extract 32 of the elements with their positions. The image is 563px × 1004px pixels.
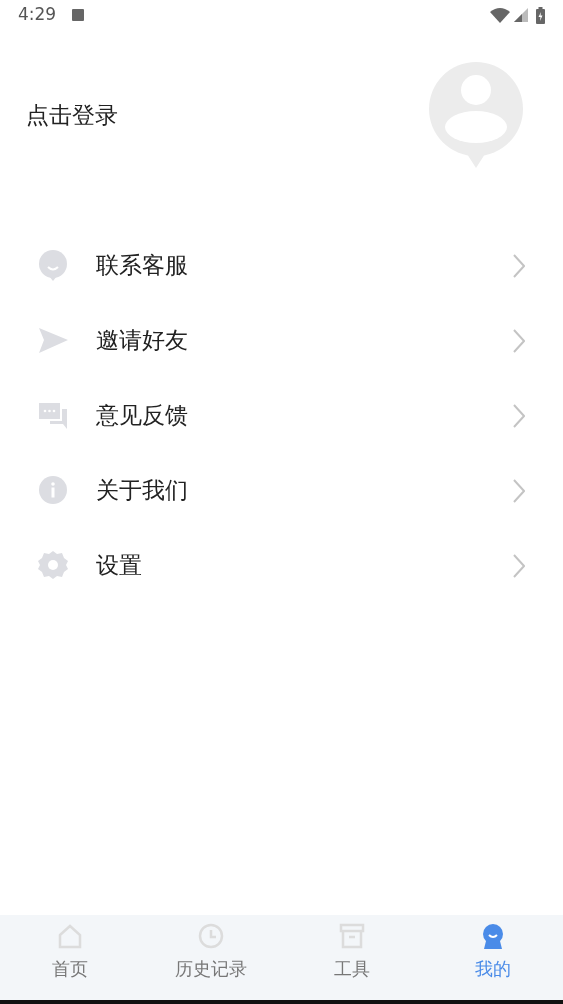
settings-icon: [38, 550, 68, 581]
login-link[interactable]: 点击登录: [26, 97, 118, 133]
menu-label: 设置: [96, 551, 142, 581]
menu-item[interactable]: 邀请好友: [0, 303, 563, 378]
info-icon: [38, 475, 68, 506]
status-time: 4:29: [18, 3, 57, 27]
menu-label: 意见反馈: [96, 401, 188, 431]
menu-label: 联系客服: [96, 251, 188, 281]
menu-item[interactable]: 设置: [0, 528, 563, 603]
menu-item[interactable]: 联系客服: [0, 228, 563, 303]
message-icon: [38, 400, 68, 431]
chevron-right-icon: [513, 328, 525, 353]
tab[interactable]: 首页: [0, 915, 141, 1000]
menu-item[interactable]: 意见反馈: [0, 378, 563, 453]
menu-item[interactable]: 关于我们: [0, 453, 563, 528]
chevron-right-icon: [513, 253, 525, 278]
clock-icon: [198, 923, 225, 949]
menu-label: 邀请好友: [96, 326, 188, 356]
chevron-right-icon: [513, 403, 525, 428]
battery-icon: [536, 6, 545, 24]
send-icon: [38, 325, 68, 356]
tab[interactable]: 工具: [281, 915, 423, 1000]
menu-label: 关于我们: [96, 476, 188, 506]
tab[interactable]: 历史记录: [140, 915, 282, 1000]
chevron-right-icon: [513, 478, 525, 503]
chat-bubble-icon: [38, 250, 68, 281]
home-icon: [57, 923, 84, 949]
signal-icon: [514, 8, 528, 22]
chevron-right-icon: [513, 553, 525, 578]
archive-box-icon: [338, 923, 365, 949]
wifi-icon: [490, 7, 510, 23]
notification-icon: [72, 9, 85, 21]
